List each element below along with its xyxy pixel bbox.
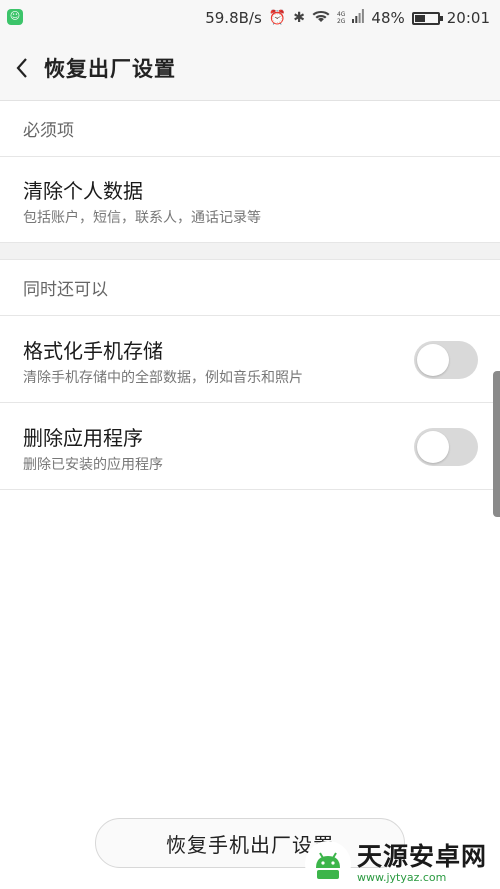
status-indicators: 59.8B/s ⏰ ✱ 4G 2G 48% 20:01 — [205, 0, 490, 36]
section-divider — [0, 243, 500, 260]
item-title: 格式化手机存储 — [23, 339, 163, 363]
battery-fill — [414, 14, 426, 22]
section-header-required: 必须项 — [0, 101, 500, 157]
list-item-format-storage[interactable]: 格式化手机存储 清除手机存储中的全部数据，例如音乐和照片 — [0, 317, 500, 403]
back-button[interactable] — [0, 36, 44, 100]
signal-icon — [352, 9, 365, 27]
item-subtitle: 清除手机存储中的全部数据，例如音乐和照片 — [23, 370, 303, 386]
chevron-left-icon — [16, 58, 27, 78]
network-speed: 59.8B/s — [205, 9, 262, 27]
app-notification-icon: ☺ — [7, 9, 23, 25]
watermark-text: 天源安卓网 www.jytyaz.com — [357, 842, 488, 885]
android-logo-icon — [305, 840, 351, 887]
toggle-knob — [417, 431, 449, 463]
alarm-icon: ⏰ — [268, 10, 287, 26]
title-bar: 恢复出厂设置 — [0, 36, 500, 101]
watermark: 天源安卓网 www.jytyaz.com — [305, 838, 500, 889]
wifi-icon — [312, 9, 330, 27]
edge-handle[interactable] — [493, 371, 500, 517]
list-item-clear-personal-data[interactable]: 清除个人数据 包括账户，短信，联系人，通话记录等 — [0, 157, 500, 243]
clock: 20:01 — [446, 9, 490, 27]
status-bar: ☺ 59.8B/s ⏰ ✱ 4G 2G 48% 20:01 — [0, 0, 500, 36]
mobile-network: 4G 2G — [337, 11, 345, 25]
delete-apps-toggle[interactable] — [414, 428, 478, 466]
item-title: 清除个人数据 — [23, 179, 143, 203]
battery-percent: 48% — [371, 9, 405, 27]
item-subtitle: 包括账户，短信，联系人，通话记录等 — [23, 210, 261, 226]
toggle-knob — [417, 344, 449, 376]
format-storage-toggle[interactable] — [414, 341, 478, 379]
page-title: 恢复出厂设置 — [44, 57, 176, 81]
watermark-name: 天源安卓网 — [357, 842, 488, 871]
list-item-delete-apps[interactable]: 删除应用程序 删除已安装的应用程序 — [0, 404, 500, 490]
item-subtitle: 删除已安装的应用程序 — [23, 457, 163, 473]
network-2g-label: 2G — [336, 18, 346, 25]
battery-icon — [411, 11, 443, 25]
bluetooth-icon: ✱ — [293, 10, 305, 26]
item-title: 删除应用程序 — [23, 426, 143, 450]
watermark-url: www.jytyaz.com — [357, 871, 447, 884]
section-header-optional: 同时还可以 — [0, 260, 500, 316]
network-4g-label: 4G — [336, 11, 346, 18]
